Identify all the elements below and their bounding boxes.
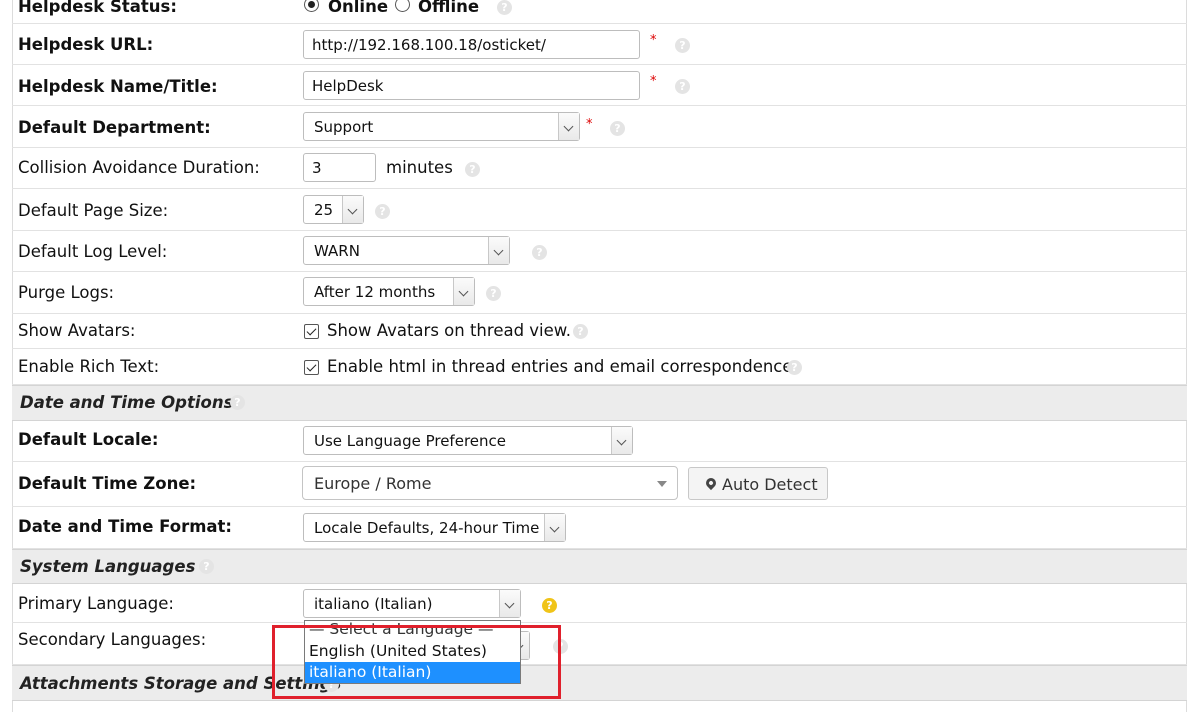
collision-duration-input[interactable] — [303, 153, 376, 182]
help-icon[interactable]: ? — [532, 245, 547, 260]
chevron-down-icon — [488, 237, 509, 264]
offline-radio-label: Offline — [418, 0, 480, 16]
help-icon[interactable]: ? — [610, 121, 625, 136]
purge-logs-label: Purge Logs: — [18, 283, 115, 302]
default-time-zone-label: Default Time Zone: — [18, 474, 197, 493]
default-log-level-select[interactable]: WARN — [303, 236, 510, 265]
primary-language-value: italiano (Italian) — [314, 595, 433, 613]
helpdesk-url-input[interactable] — [303, 30, 640, 59]
section-system-languages: System Languages ? — [12, 549, 1187, 584]
default-page-size-select[interactable]: 25 — [303, 195, 364, 224]
required-marker: * — [586, 117, 593, 132]
required-marker: * — [650, 74, 657, 89]
default-log-level-label: Default Log Level: — [18, 242, 168, 261]
primary-language-label: Primary Language: — [18, 594, 174, 613]
helpdesk-status-label: Helpdesk Status: — [18, 0, 177, 16]
default-department-label: Default Department: — [18, 118, 211, 137]
section-date-time-options: Date and Time Options ? — [12, 385, 1187, 421]
date-time-format-value: Locale Defaults, 24-hour Time — [314, 519, 540, 537]
help-icon[interactable]: ? — [199, 559, 214, 574]
chevron-down-icon — [558, 113, 579, 140]
required-marker: * — [650, 33, 657, 48]
chevron-down-icon — [611, 427, 632, 454]
purge-logs-select[interactable]: After 12 months — [303, 277, 475, 306]
auto-detect-button[interactable]: Auto Detect — [688, 467, 828, 500]
show-avatars-checkbox-label: Show Avatars on thread view. — [327, 321, 572, 340]
auto-detect-label: Auto Detect — [722, 475, 818, 494]
help-icon[interactable]: ? — [675, 79, 690, 94]
helpdesk-name-label: Helpdesk Name/Title: — [18, 77, 218, 96]
online-radio[interactable] — [304, 0, 319, 12]
annotation-highlight-box — [272, 625, 561, 699]
default-department-select[interactable]: Support — [303, 112, 580, 141]
chevron-down-icon — [453, 278, 474, 305]
row-collision-avoidance: Collision Avoidance Duration: minutes ? — [12, 148, 1187, 189]
primary-language-select[interactable]: italiano (Italian) — [303, 589, 521, 618]
purge-logs-value: After 12 months — [314, 283, 436, 301]
collision-unit-label: minutes — [386, 158, 453, 177]
row-helpdesk-url: Helpdesk URL: * ? — [12, 24, 1187, 65]
help-icon[interactable]: ? — [497, 0, 512, 15]
row-default-page-size: Default Page Size: 25 ? — [12, 189, 1187, 231]
helpdesk-url-label: Helpdesk URL: — [18, 35, 154, 54]
help-icon[interactable]: ? — [465, 162, 480, 177]
date-time-format-select[interactable]: Locale Defaults, 24-hour Time — [303, 513, 566, 542]
default-page-size-value: 25 — [314, 201, 334, 219]
section-title: System Languages — [20, 557, 196, 576]
help-icon[interactable]: ? — [573, 324, 588, 339]
chevron-down-icon — [342, 196, 363, 223]
secondary-languages-label: Secondary Languages: — [18, 630, 207, 649]
help-icon[interactable]: ? — [375, 204, 390, 219]
help-icon[interactable]: ? — [675, 38, 690, 53]
enable-rich-text-label: Enable Rich Text: — [18, 357, 160, 376]
help-icon[interactable]: ? — [230, 395, 245, 410]
offline-radio[interactable] — [395, 0, 410, 12]
help-icon[interactable]: ? — [542, 598, 557, 613]
section-title: Date and Time Options — [20, 393, 234, 412]
chevron-down-icon — [544, 514, 565, 541]
row-enable-rich-text: Enable Rich Text: Enable html in thread … — [12, 349, 1187, 385]
date-time-format-label: Date and Time Format: — [18, 517, 233, 536]
row-default-time-zone: Default Time Zone: Europe / Rome Auto De… — [12, 462, 1187, 507]
default-time-zone-value: Europe / Rome — [314, 474, 432, 493]
map-marker-icon — [703, 475, 719, 491]
default-time-zone-select[interactable]: Europe / Rome — [302, 466, 678, 500]
section-attachments-storage: Attachments Storage and Settings ? — [12, 665, 1187, 701]
show-avatars-label: Show Avatars: — [18, 321, 136, 340]
enable-rich-text-checkbox[interactable] — [304, 360, 319, 375]
helpdesk-name-input[interactable] — [303, 71, 640, 100]
default-department-value: Support — [314, 118, 374, 136]
row-helpdesk-name: Helpdesk Name/Title: * ? — [12, 65, 1187, 106]
row-helpdesk-status: Helpdesk Status: Online Offline ? — [12, 0, 1187, 24]
default-page-size-label: Default Page Size: — [18, 201, 169, 220]
collision-avoidance-label: Collision Avoidance Duration: — [18, 158, 260, 177]
row-default-log-level: Default Log Level: WARN ? — [12, 231, 1187, 272]
row-default-locale: Default Locale: Use Language Preference — [12, 421, 1187, 462]
row-default-department: Default Department: Support * ? — [12, 106, 1187, 148]
help-icon[interactable]: ? — [787, 360, 802, 375]
chevron-down-icon — [499, 590, 520, 617]
row-secondary-languages: Secondary Languages: ? — [12, 623, 1187, 665]
row-show-avatars: Show Avatars: Show Avatars on thread vie… — [12, 314, 1187, 349]
row-purge-logs: Purge Logs: After 12 months ? — [12, 272, 1187, 314]
enable-rich-text-checkbox-label: Enable html in thread entries and email … — [327, 357, 798, 376]
default-locale-select[interactable]: Use Language Preference — [303, 426, 633, 455]
online-radio-label: Online — [328, 0, 389, 16]
help-icon[interactable]: ? — [486, 286, 501, 301]
show-avatars-checkbox[interactable] — [304, 324, 319, 339]
default-locale-label: Default Locale: — [18, 430, 159, 449]
default-locale-value: Use Language Preference — [314, 432, 506, 450]
default-log-level-value: WARN — [314, 242, 360, 260]
caret-down-icon — [657, 481, 667, 487]
row-date-time-format: Date and Time Format: Locale Defaults, 2… — [12, 507, 1187, 549]
row-primary-language: Primary Language: italiano (Italian) ? — [12, 584, 1187, 623]
